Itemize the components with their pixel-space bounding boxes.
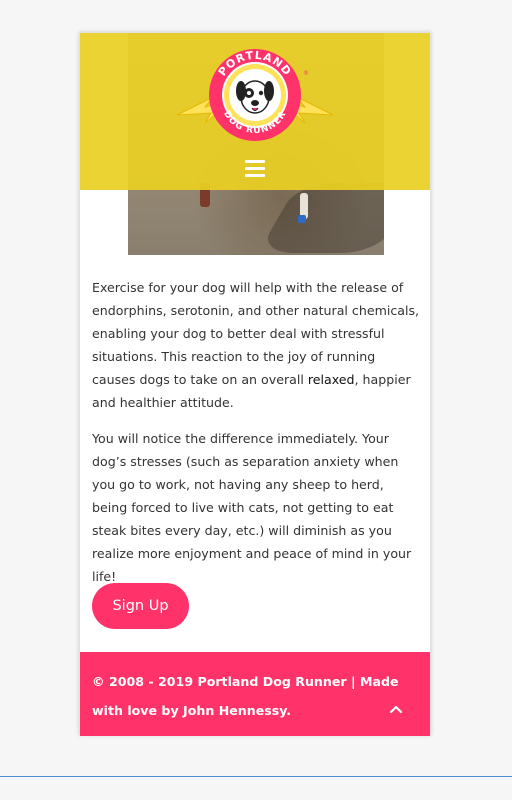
site-header: PORTLAND DOG RUNNER ® — [80, 33, 430, 190]
benefits-paragraph: You will notice the difference immediate… — [92, 431, 412, 584]
chevron-up-icon[interactable] — [386, 702, 406, 718]
relaxed-link[interactable]: relaxed — [308, 372, 355, 387]
window-bottom-divider — [0, 776, 512, 777]
page-card: PORTLAND DOG RUNNER ® Exercise for your … — [79, 32, 431, 736]
hamburger-menu-icon[interactable] — [245, 160, 265, 178]
paragraph1-text-start: Exercise for your dog will help with the… — [92, 280, 420, 387]
site-footer: © 2008 - 2019 Portland Dog Runner | Made… — [80, 652, 430, 736]
portland-dog-runner-logo[interactable]: PORTLAND DOG RUNNER ® — [175, 45, 335, 145]
sign-up-button[interactable]: Sign Up — [92, 583, 189, 629]
main-content: Exercise for your dog will help with the… — [92, 276, 420, 601]
footer-copyright: © 2008 - 2019 Portland Dog Runner | Made… — [92, 674, 399, 718]
intro-paragraph: Exercise for your dog will help with the… — [92, 276, 420, 414]
svg-text:®: ® — [303, 70, 309, 77]
